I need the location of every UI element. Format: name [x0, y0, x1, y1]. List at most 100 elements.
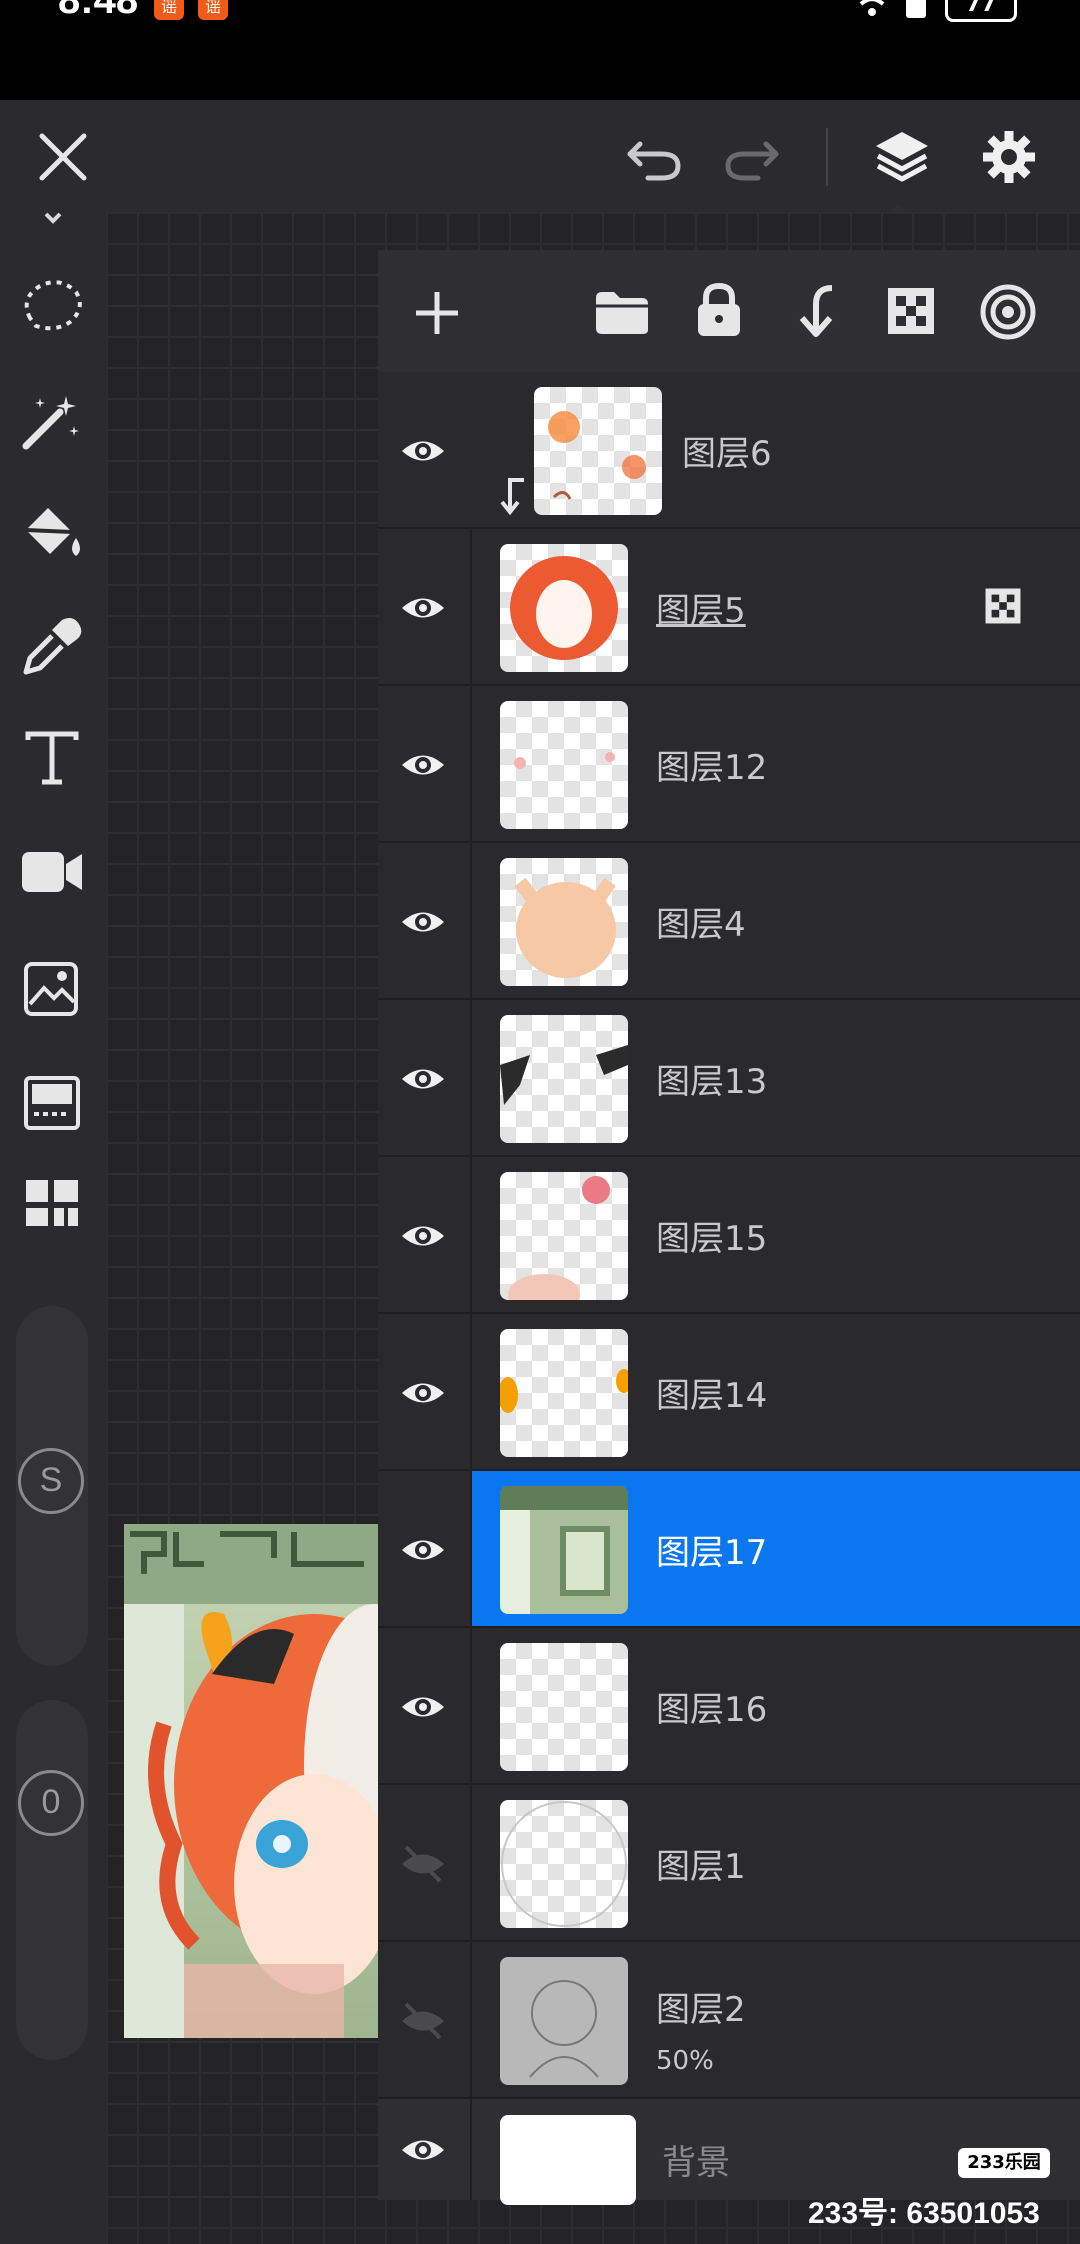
layer-name: 图层15: [656, 1219, 768, 1259]
layer-row[interactable]: 图层14: [378, 1314, 1080, 1471]
watermark-text: 233号: 63501053: [808, 2197, 1040, 2230]
layer-name: 图层12: [656, 748, 768, 788]
layer-thumbnail: [500, 2115, 636, 2205]
layer-row-selected[interactable]: 图层17: [378, 1471, 1080, 1628]
video-camera-icon[interactable]: [20, 848, 84, 896]
layer-row[interactable]: 图层2 50%: [378, 1942, 1080, 2099]
undo-icon[interactable]: [626, 134, 684, 182]
sim-icon: [906, 0, 926, 18]
wifi-icon: [859, 0, 885, 16]
artwork-preview: [124, 1524, 378, 2038]
notification-badge: 谣: [198, 0, 228, 20]
watermark-logo: 233乐园: [958, 2148, 1050, 2178]
visibility-eye-icon[interactable]: [400, 1056, 446, 1102]
layer-name: 背景: [662, 2143, 730, 2183]
layer-content[interactable]: 图层13: [470, 1000, 1080, 1155]
layer-thumbnail: [500, 1329, 628, 1457]
visibility-eye-icon[interactable]: [400, 1370, 446, 1416]
layer-thumbnail: [534, 387, 662, 515]
layer-row[interactable]: 图层4: [378, 843, 1080, 1000]
layer-thumbnail: [500, 1643, 628, 1771]
paint-bucket-icon[interactable]: [18, 504, 86, 568]
layer-panel-toolbar: [378, 250, 1080, 372]
brush-opacity-slider[interactable]: [16, 1700, 88, 2060]
close-icon[interactable]: [36, 130, 90, 184]
layer-row[interactable]: 图层6: [378, 372, 1080, 529]
frame-icon[interactable]: [22, 1074, 82, 1132]
visibility-eye-icon[interactable]: [400, 428, 446, 474]
gear-icon[interactable]: [980, 128, 1038, 186]
layer-content[interactable]: 图层6: [470, 372, 1080, 527]
layer-content[interactable]: 图层14: [470, 1314, 1080, 1469]
layer-thumbnail: [500, 858, 628, 986]
layer-name: 图层14: [656, 1376, 768, 1416]
layer-name: 图层16: [656, 1690, 768, 1730]
layer-name: 图层4: [656, 905, 746, 945]
layer-content[interactable]: 图层4: [470, 843, 1080, 998]
left-toolbar: S 0: [0, 212, 106, 2244]
layer-row[interactable]: 图层5: [378, 529, 1080, 686]
alpha-lock-checkerboard-icon: [985, 588, 1021, 624]
top-toolbar: [0, 100, 1080, 220]
layer-opacity: 50%: [656, 2046, 714, 2076]
merge-down-icon[interactable]: [792, 284, 838, 338]
visibility-eye-icon[interactable]: [400, 1684, 446, 1730]
layer-name: 图层17: [656, 1533, 768, 1573]
layer-row[interactable]: 图层12: [378, 686, 1080, 843]
add-icon[interactable]: [414, 290, 460, 336]
redo-icon[interactable]: [722, 134, 780, 182]
visibility-eye-icon[interactable]: [400, 1213, 446, 1259]
visibility-eye-icon[interactable]: [400, 585, 446, 631]
visibility-eye-icon[interactable]: [400, 742, 446, 788]
text-icon[interactable]: [24, 730, 80, 786]
layer-name: 图层6: [682, 434, 772, 474]
eyedropper-icon[interactable]: [22, 616, 82, 676]
layer-name: 图层1: [656, 1847, 746, 1887]
layer-row[interactable]: 图层1: [378, 1785, 1080, 1942]
status-bar: 8:48 谣 谣 77: [0, 0, 1080, 100]
hidden-eye-icon[interactable]: [400, 1998, 446, 2044]
layer-content[interactable]: 图层5: [470, 529, 1080, 684]
panels-icon[interactable]: [24, 1178, 80, 1228]
layer-content[interactable]: 图层16: [470, 1628, 1080, 1783]
checkerboard-icon[interactable]: [886, 286, 936, 336]
toolbar-divider: [826, 128, 828, 186]
layer-thumbnail: [500, 544, 628, 672]
artwork-illustration: [124, 1524, 378, 2038]
visibility-eye-icon[interactable]: [400, 1527, 446, 1573]
target-icon[interactable]: [980, 284, 1036, 340]
visibility-eye-icon[interactable]: [400, 2127, 446, 2173]
lasso-icon[interactable]: [20, 278, 84, 334]
layer-thumbnail: [500, 1486, 628, 1614]
brush-size-button[interactable]: S: [18, 1448, 84, 1514]
magic-wand-icon[interactable]: [20, 392, 84, 452]
layer-row[interactable]: 图层15: [378, 1157, 1080, 1314]
layer-thumbnail: [500, 1957, 628, 2085]
scroll-indicator-icon: [44, 212, 62, 224]
layer-thumbnail: [500, 1015, 628, 1143]
folder-icon[interactable]: [594, 290, 650, 336]
layer-content[interactable]: 图层2 50%: [470, 1942, 1080, 2097]
layer-content[interactable]: 图层12: [470, 686, 1080, 841]
notification-badge: 谣: [154, 0, 184, 20]
layer-name: 图层13: [656, 1062, 768, 1102]
layer-thumbnail: [500, 1800, 628, 1928]
layer-content[interactable]: 图层1: [470, 1785, 1080, 1940]
battery-indicator: 77: [945, 0, 1017, 22]
brush-opacity-button[interactable]: 0: [18, 1770, 84, 1836]
layer-thumbnail: [500, 1172, 628, 1300]
layers-icon[interactable]: [872, 128, 932, 186]
layer-thumbnail: [500, 701, 628, 829]
layer-row[interactable]: 图层16: [378, 1628, 1080, 1785]
layer-panel: 图层6 图层5 图层12 图层4 图层13 图层15 图层14 图层17 图层1…: [378, 250, 1080, 2205]
lock-icon[interactable]: [694, 282, 744, 338]
layer-name: 图层2: [656, 1990, 746, 2030]
hidden-eye-icon[interactable]: [400, 1841, 446, 1887]
image-import-icon[interactable]: [22, 960, 82, 1020]
layer-content[interactable]: 图层15: [470, 1157, 1080, 1312]
status-time: 8:48: [58, 0, 139, 22]
visibility-eye-icon[interactable]: [400, 899, 446, 945]
layer-content[interactable]: 图层17: [470, 1471, 1080, 1626]
layer-row[interactable]: 图层13: [378, 1000, 1080, 1157]
layer-name: 图层5: [656, 591, 746, 631]
